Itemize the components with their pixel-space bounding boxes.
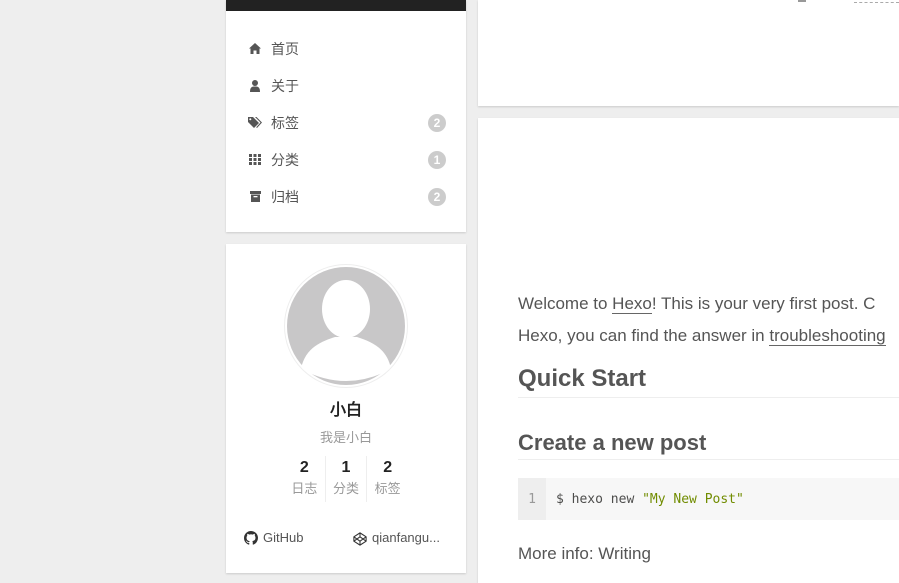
heading-create-post: Create a new post: [518, 428, 899, 460]
github-link-label: GitHub: [263, 530, 304, 545]
post-body: Welcome to Hexo! This is your very first…: [518, 288, 899, 566]
stat-count: 2: [299, 459, 309, 476]
th-icon: [248, 153, 262, 167]
menu-item-label: 关于: [271, 77, 299, 94]
stat-categories[interactable]: 1 分类: [324, 456, 367, 502]
home-icon: [248, 42, 262, 56]
github-link[interactable]: GitHub: [244, 530, 303, 545]
menu-item-about[interactable]: 关于: [226, 67, 466, 104]
default-avatar-icon: [287, 267, 405, 385]
stat-label: 标签: [374, 481, 401, 496]
author-name: 小白: [329, 402, 362, 419]
menu-item-archives[interactable]: 归档 2: [226, 178, 466, 215]
menu-list: 首页 关于 标签 2 分类 1 归档 2: [226, 11, 466, 215]
menu-item-label: 归档: [271, 188, 299, 205]
sidebar-menu: 首页 关于 标签 2 分类 1 归档 2: [226, 0, 466, 232]
code-line: $ hexo new "My New Post": [556, 491, 744, 507]
code-block: 1 $ hexo new "My New Post": [518, 478, 899, 520]
codepen-icon: [353, 531, 367, 546]
user-icon: [248, 79, 262, 93]
menu-item-label: 首页: [271, 40, 299, 57]
github-icon: [244, 530, 258, 545]
site-stats: 2 日志 1 分类 2 标签: [284, 456, 408, 502]
stat-label: 日志: [291, 481, 318, 496]
heading-quick-start: Quick Start: [518, 362, 899, 398]
stat-tags[interactable]: 2 标签: [366, 456, 408, 502]
sidebar-header-bar: [226, 0, 466, 11]
troubleshooting-link[interactable]: troubleshooting: [769, 326, 886, 346]
tags-icon: [248, 116, 262, 130]
archives-count-badge: 2: [428, 187, 446, 206]
hexo-link[interactable]: Hexo: [612, 294, 652, 314]
menu-item-label: 分类: [271, 151, 299, 168]
more-info-text: More info: Writing: [518, 544, 651, 563]
post-paragraph: Hexo, you can find the answer in trouble…: [518, 326, 886, 346]
codepen-link-label: qianfangu...: [372, 530, 440, 545]
menu-item-label: 标签: [271, 114, 299, 131]
previous-post-card: [478, 0, 899, 106]
author-description: 我是小白: [319, 430, 372, 445]
stat-count: 1: [341, 459, 351, 476]
menu-item-home[interactable]: 首页: [226, 30, 466, 67]
tags-count-badge: 2: [428, 113, 446, 132]
stat-label: 分类: [333, 481, 360, 496]
avatar: [284, 264, 408, 388]
stat-count: 2: [383, 459, 393, 476]
archive-icon: [248, 190, 262, 204]
post-paragraph: Welcome to Hexo! This is your very first…: [518, 294, 876, 314]
post-meta-divider: [798, 0, 806, 2]
post-meta-link-underline: [854, 2, 899, 3]
codepen-link[interactable]: qianfangu...: [353, 530, 440, 546]
categories-count-badge: 1: [428, 150, 446, 169]
social-links: GitHub qianfangu...: [226, 530, 466, 550]
author-profile-card: 小白 我是小白 2 日志 1 分类 2 标签 GitHub qianfangu.…: [226, 244, 466, 573]
post-card: Welcome to Hexo! This is your very first…: [478, 118, 899, 583]
menu-item-tags[interactable]: 标签 2: [226, 104, 466, 141]
code-line-number: 1: [518, 478, 546, 520]
stat-posts[interactable]: 2 日志: [284, 456, 325, 502]
menu-item-categories[interactable]: 分类 1: [226, 141, 466, 178]
